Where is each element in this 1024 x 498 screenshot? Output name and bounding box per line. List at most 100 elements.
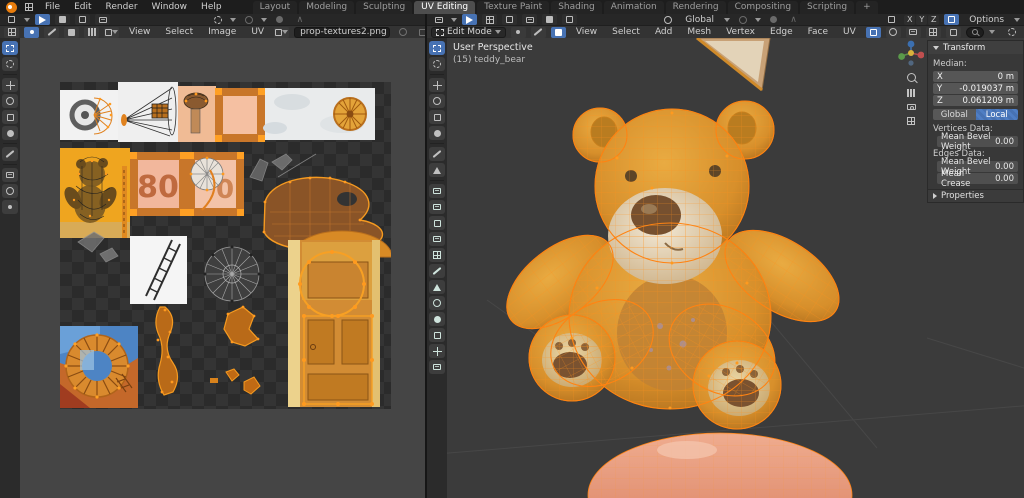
tool-loop-cut[interactable] xyxy=(429,248,445,262)
tab-texture-paint[interactable]: Texture Paint xyxy=(477,1,549,14)
menu-render[interactable]: Render xyxy=(101,0,143,14)
add-workspace-button[interactable]: + xyxy=(856,1,878,14)
new-image-icon[interactable] xyxy=(415,27,425,38)
navigation-gizmo[interactable] xyxy=(898,40,924,66)
tab-sculpting[interactable]: Sculpting xyxy=(356,1,412,14)
tool-bevel[interactable] xyxy=(429,232,445,246)
uv-editor-type-icon[interactable] xyxy=(4,14,19,25)
vp-snap-icon-1[interactable] xyxy=(482,14,497,25)
tab-animation[interactable]: Animation xyxy=(604,1,664,14)
vp-snap-icon-5[interactable] xyxy=(562,14,577,25)
tool-smooth[interactable] xyxy=(429,312,445,326)
mode-dropdown[interactable]: Edit Mode xyxy=(431,27,506,38)
blender-logo-icon[interactable] xyxy=(6,2,17,13)
median-y-row[interactable]: Y -0.019037 m xyxy=(933,83,1018,94)
tool-relax[interactable] xyxy=(2,184,18,198)
snap-option-icon-1[interactable] xyxy=(55,14,70,25)
uv-canvas[interactable]: 80 0 xyxy=(60,82,391,409)
tab-scripting[interactable]: Scripting xyxy=(800,1,854,14)
vp-menu-uv[interactable]: UV xyxy=(838,26,861,38)
local-button[interactable]: Local xyxy=(976,109,1019,120)
snap-base-icon[interactable] xyxy=(944,14,959,25)
tab-modeling[interactable]: Modeling xyxy=(299,1,354,14)
options-dropdown[interactable]: Options xyxy=(964,14,1009,26)
workspace-icon[interactable] xyxy=(21,2,36,13)
tool-transform[interactable] xyxy=(429,126,445,140)
tool-poly-build[interactable] xyxy=(429,280,445,294)
vp-snap-icon-4[interactable] xyxy=(542,14,557,25)
vp-menu-edge[interactable]: Edge xyxy=(765,26,798,38)
tool-move[interactable] xyxy=(2,78,18,92)
vp-snap-icon-3[interactable] xyxy=(522,14,537,25)
tool-scale[interactable] xyxy=(429,110,445,124)
tool-add-cube[interactable] xyxy=(429,184,445,198)
uv-select-mode-edge[interactable] xyxy=(44,27,59,38)
vp-snap-icon-2[interactable] xyxy=(502,14,517,25)
snap-magnet-icon[interactable] xyxy=(241,14,256,25)
select-mode-vertex[interactable] xyxy=(511,27,526,38)
tool-select-box[interactable] xyxy=(2,41,18,55)
tool-cursor[interactable] xyxy=(429,57,445,71)
properties-panel-header[interactable]: Properties xyxy=(928,189,1023,202)
select-mode-face[interactable] xyxy=(551,27,566,38)
vp-editor-type-icon[interactable] xyxy=(431,14,446,25)
uv-menu-select[interactable]: Select xyxy=(160,26,198,38)
tool-move[interactable] xyxy=(429,78,445,92)
median-z-row[interactable]: Z 0.061209 m xyxy=(933,95,1018,106)
tool-spin[interactable] xyxy=(429,296,445,310)
tool-annotate[interactable] xyxy=(429,147,445,161)
mesh-overlay-icon-4[interactable] xyxy=(946,27,961,38)
tool-select-box[interactable] xyxy=(429,41,445,55)
orientation-label[interactable]: Global xyxy=(680,14,719,26)
fake-user-icon[interactable] xyxy=(395,27,410,38)
vp-menu-vertex[interactable]: Vertex xyxy=(721,26,760,38)
camera-view-icon[interactable] xyxy=(907,104,916,110)
tool-extrude-region[interactable] xyxy=(429,200,445,214)
tab-rendering[interactable]: Rendering xyxy=(666,1,726,14)
uv-menu-image[interactable]: Image xyxy=(203,26,241,38)
tool-grab[interactable] xyxy=(2,168,18,182)
mirror-y-toggle[interactable]: Y xyxy=(916,15,927,25)
tab-compositing[interactable]: Compositing xyxy=(728,1,798,14)
vp-menu-face[interactable]: Face xyxy=(803,26,833,38)
tool-rotate[interactable] xyxy=(429,94,445,108)
menu-file[interactable]: File xyxy=(40,0,65,14)
tool-knife[interactable] xyxy=(429,264,445,278)
proportional-falloff-icon[interactable]: ∧ xyxy=(786,14,801,25)
proportional-editing-icon[interactable] xyxy=(766,14,781,25)
uv-select-mode-island[interactable] xyxy=(84,27,99,38)
mirror-x-toggle[interactable]: X xyxy=(904,15,915,25)
tool-transform[interactable] xyxy=(2,126,18,140)
tab-shading[interactable]: Shading xyxy=(551,1,602,14)
toggle-ortho-icon[interactable] xyxy=(907,117,915,125)
mesh-overlay-icon-2[interactable] xyxy=(906,27,921,38)
median-x-row[interactable]: X 0 m xyxy=(933,71,1018,82)
mesh-overlay-icon-1[interactable] xyxy=(886,27,901,38)
pivot-point-icon[interactable] xyxy=(210,14,225,25)
uv-select-mode-vertex[interactable] xyxy=(24,27,39,38)
snap-option-icon-3[interactable] xyxy=(95,14,110,25)
vp-menu-view[interactable]: View xyxy=(571,26,602,38)
mesh-overlay-icon-3[interactable] xyxy=(926,27,941,38)
vp-menu-mesh[interactable]: Mesh xyxy=(682,26,716,38)
header-collapse-chevron[interactable] xyxy=(989,30,995,34)
tab-layout[interactable]: Layout xyxy=(253,1,298,14)
tool-measure[interactable] xyxy=(429,163,445,177)
mirror-z-toggle[interactable]: Z xyxy=(928,15,939,25)
uv-menu-view[interactable]: View xyxy=(124,26,155,38)
menu-window[interactable]: Window xyxy=(147,0,193,14)
proportional-editing-icon[interactable] xyxy=(272,14,287,25)
browse-image-icon[interactable] xyxy=(274,27,289,38)
zoom-icon[interactable] xyxy=(907,73,916,82)
active-tool-select-box-icon[interactable] xyxy=(35,14,50,25)
uv-sync-selection-icon[interactable] xyxy=(4,27,19,38)
uv-select-mode-face[interactable] xyxy=(64,27,79,38)
snap-magnet-icon[interactable] xyxy=(735,14,750,25)
vp-active-tool-icon[interactable] xyxy=(462,14,477,25)
vertex-bevel-weight-row[interactable]: Mean Bevel Weight 0.00 xyxy=(937,136,1018,147)
search-field[interactable] xyxy=(966,27,984,38)
transform-panel-header[interactable]: Transform xyxy=(928,41,1023,54)
tool-pinch[interactable] xyxy=(2,200,18,214)
tool-inset-faces[interactable] xyxy=(429,216,445,230)
xray-toggle-icon[interactable] xyxy=(866,27,881,38)
